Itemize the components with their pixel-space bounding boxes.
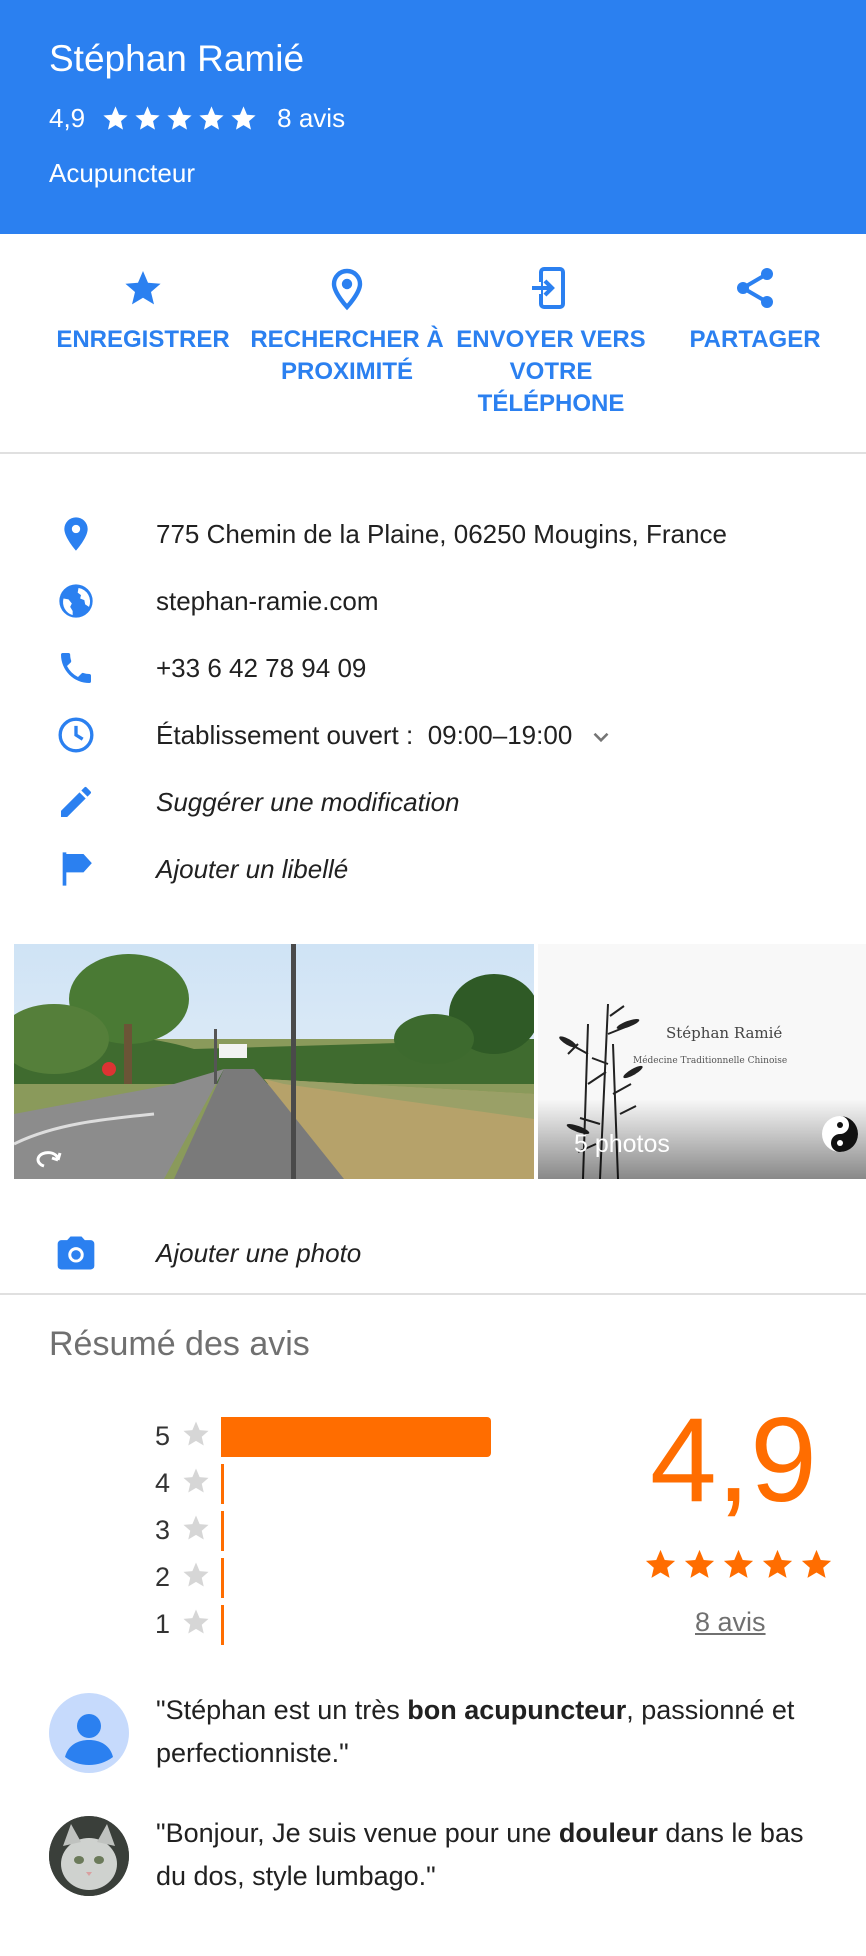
address-text: 775 Chemin de la Plaine, 06250 Mougins, … xyxy=(156,518,727,549)
share-button[interactable]: PARTAGER xyxy=(650,264,860,356)
all-reviews-link[interactable]: 8 avis xyxy=(695,1607,766,1638)
flag-icon xyxy=(62,851,92,886)
hours-value: 09:00–19:00 xyxy=(427,719,573,750)
histogram-star-label: 5 xyxy=(155,1421,171,1451)
phone-number[interactable]: +33 6 42 78 94 09 xyxy=(156,650,366,686)
histogram-star-label: 1 xyxy=(155,1609,171,1639)
hours-text: Établissement ouvert : 09:00–19:00 xyxy=(156,717,614,753)
histogram-bar xyxy=(221,1511,224,1551)
pencil-icon xyxy=(61,786,91,817)
share-label: PARTAGER xyxy=(689,326,821,353)
star-icon xyxy=(183,1421,209,1446)
header-rating-value: 4,9 xyxy=(49,103,86,133)
header-rating-row: 4,9 8 avis xyxy=(49,100,345,136)
send-to-phone-icon xyxy=(532,267,565,309)
send-to-phone-label: ENVOYER VERS VOTRE TÉLÉPHONE xyxy=(456,326,646,417)
review-snippet-text: "Bonjour, Je suis venue pour une douleur… xyxy=(156,1812,836,1898)
histogram-star-label: 3 xyxy=(155,1515,171,1545)
hours-row[interactable]: Établissement ouvert : 09:00–19:00 xyxy=(0,701,866,768)
star-icon xyxy=(183,1609,209,1634)
histogram-bar xyxy=(221,1417,491,1457)
save-button[interactable]: ENREGISTRER xyxy=(38,264,248,356)
snippet-highlight: bon acupuncteur xyxy=(407,1695,627,1725)
location-target-icon xyxy=(331,268,363,311)
cat-photo-avatar xyxy=(49,1816,129,1896)
star-icon xyxy=(762,1549,793,1578)
review-snippet-text: "Stéphan est un très bon acupuncteur, pa… xyxy=(156,1689,836,1775)
histogram-bar xyxy=(221,1464,224,1504)
card-subtitle: Médecine Traditionnelle Chinoise xyxy=(633,1056,788,1066)
star-icon xyxy=(183,1515,209,1540)
clock-icon xyxy=(58,717,94,752)
star-icon xyxy=(801,1549,832,1578)
street-view-image xyxy=(14,944,534,1179)
histogram-star-label: 2 xyxy=(155,1562,171,1592)
star-icon xyxy=(125,271,161,305)
histogram-row: 1 xyxy=(155,1603,575,1647)
star-icon xyxy=(183,1468,209,1493)
star-icon xyxy=(645,1549,676,1578)
histogram-row: 4 xyxy=(155,1462,575,1506)
globe-icon xyxy=(59,583,93,618)
snippet-text-before: "Bonjour, Je suis venue pour une xyxy=(156,1818,559,1848)
add-photo-text: Ajouter une photo xyxy=(156,1238,362,1268)
add-photo-row[interactable]: Ajouter une photo xyxy=(0,1215,866,1295)
hours-status: Établissement ouvert : xyxy=(156,719,414,750)
avatar xyxy=(49,1693,129,1773)
search-nearby-button[interactable]: RECHERCHER À PROXIMITÉ xyxy=(242,264,452,388)
website-link[interactable]: stephan-ramie.com xyxy=(156,583,379,619)
camera-icon xyxy=(57,1236,95,1270)
phone-row[interactable]: +33 6 42 78 94 09 xyxy=(0,634,866,701)
suggest-edit-row[interactable]: Suggérer une modification xyxy=(0,768,866,835)
star-icon xyxy=(199,105,224,130)
histogram-row: 5 xyxy=(155,1415,575,1459)
star-icon xyxy=(183,1562,209,1587)
photo-count: 5 photos xyxy=(574,1130,670,1158)
person-icon xyxy=(65,1714,113,1765)
histogram-star-label: 4 xyxy=(155,1468,171,1498)
snippet-highlight: douleur xyxy=(558,1818,658,1848)
yin-yang-icon xyxy=(822,1116,858,1152)
add-label-row[interactable]: Ajouter un libellé xyxy=(0,835,866,902)
search-nearby-label: RECHERCHER À PROXIMITÉ xyxy=(250,326,444,385)
snippet-text-before: "Stéphan est un très xyxy=(156,1695,408,1725)
card-title: Stéphan Ramié xyxy=(666,1024,783,1042)
star-icon xyxy=(723,1549,754,1578)
chevron-down-icon[interactable] xyxy=(588,724,614,750)
star-icon xyxy=(103,105,128,130)
histogram-row: 3 xyxy=(155,1509,575,1553)
place-title: Stéphan Ramié xyxy=(49,38,305,79)
website-row[interactable]: stephan-ramie.com xyxy=(0,567,866,634)
share-icon xyxy=(737,268,773,308)
avatar xyxy=(49,1816,129,1896)
suggest-edit-text: Suggérer une modification xyxy=(156,786,460,817)
phone-icon xyxy=(61,652,91,683)
star-icon xyxy=(135,105,160,130)
histogram-row: 2 xyxy=(155,1556,575,1600)
histogram-bar xyxy=(221,1605,224,1645)
overall-stars xyxy=(643,1547,838,1582)
location-pin-icon xyxy=(64,516,88,551)
action-bar: ENREGISTRER RECHERCHER À PROXIMITÉ ENVOY… xyxy=(0,234,866,454)
reviews-summary-title: Résumé des avis xyxy=(49,1325,310,1363)
rating-histogram: 5 4 3 2 1 xyxy=(155,1415,575,1655)
star-icon xyxy=(167,105,192,130)
place-category: Acupuncteur xyxy=(49,158,195,188)
save-label: ENREGISTRER xyxy=(56,326,230,353)
star-icon xyxy=(684,1549,715,1578)
place-header: Stéphan Ramié 4,9 8 avis Acupuncteur xyxy=(0,0,866,234)
photo-gallery-thumbnail[interactable]: Stéphan Ramié Médecine Traditionnelle Ch… xyxy=(538,944,866,1179)
overall-score: 4,9 xyxy=(650,1393,817,1527)
address-row[interactable]: 775 Chemin de la Plaine, 06250 Mougins, … xyxy=(0,500,866,567)
add-label-text: Ajouter un libellé xyxy=(156,853,349,884)
street-view-photo[interactable] xyxy=(14,944,534,1179)
star-icon xyxy=(231,105,256,130)
header-review-count[interactable]: 8 avis xyxy=(277,100,345,136)
send-to-phone-button[interactable]: ENVOYER VERS VOTRE TÉLÉPHONE xyxy=(446,264,656,420)
histogram-bar xyxy=(221,1558,224,1598)
header-stars xyxy=(101,104,261,133)
